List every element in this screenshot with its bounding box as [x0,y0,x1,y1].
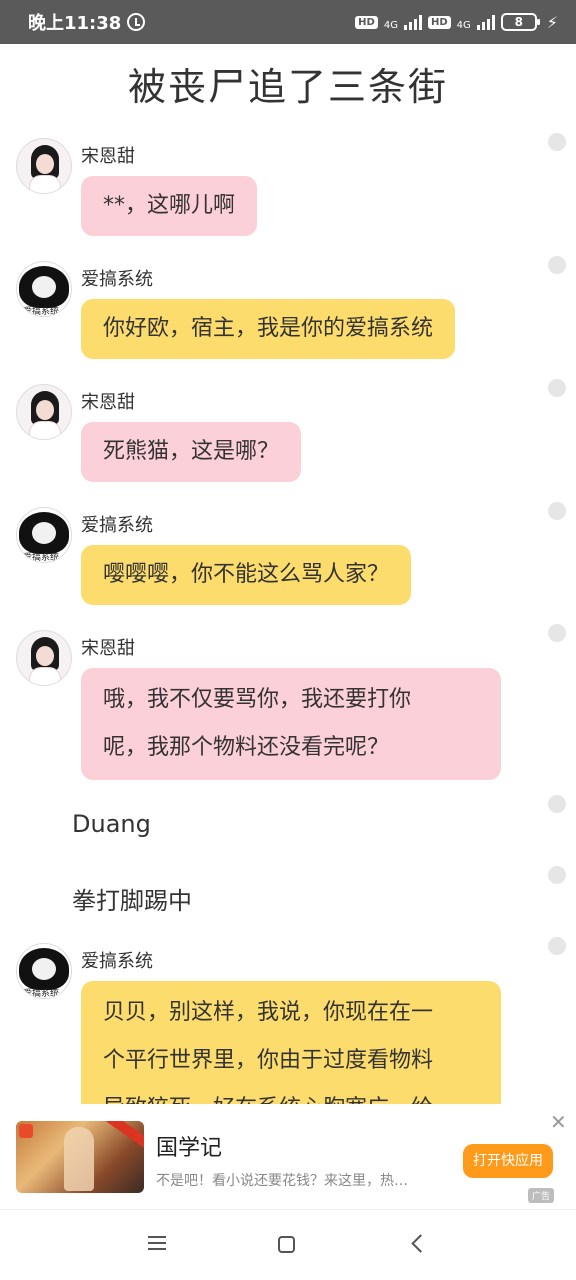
charging-icon: ⚡ [546,12,558,32]
sender-name: 爱搞系统 [81,269,153,290]
page-title: 被丧尸追了三条街 [127,65,448,109]
girl-avatar[interactable] [16,138,72,194]
status-dot [548,624,566,642]
status-dot [548,795,566,813]
message-text-line: 贝贝，别这样，我说，你现在在一 [103,1000,434,1025]
network-type: 4G [456,19,471,31]
hd-badge: HD [427,15,451,29]
ad-title[interactable]: 国学记 [156,1130,222,1162]
status-icons: HD 4G HD 4G 8 ⚡ [355,13,558,32]
sender-name: 宋恩甜 [81,638,135,659]
ad-banner[interactable]: 国学记 不是吧！看小说还要花钱？来这里，热… 打开快应用 ✕ 广告 [0,1104,576,1210]
narration-text: 拳打脚踢中 [72,887,192,915]
girl-avatar[interactable] [16,630,72,686]
close-icon[interactable]: ✕ [550,1112,567,1132]
message-bubble[interactable]: 你好欧，宿主，我是你的爱搞系统 [81,299,456,359]
alarm-icon [127,13,146,31]
status-bar: 晚上11:38 HD 4G HD 4G 8 ⚡ [0,0,576,44]
home-icon[interactable] [278,1236,295,1253]
status-dot [548,937,566,955]
ad-thumbnail[interactable] [16,1121,144,1193]
ad-label: 广告 [528,1188,555,1203]
message-text: **，这哪儿啊 [103,193,236,218]
battery-icon: 8 [500,13,540,31]
sender-name: 宋恩甜 [81,146,135,167]
sender-name: 爱搞系统 [81,515,153,536]
status-time: 晚上11:38 [28,13,122,34]
message-bubble[interactable]: 哦，我不仅要骂你，我还要打你 呢，我那个物料还没看完呢？ [81,668,501,780]
message-text-line: 哦，我不仅要骂你，我还要打你 [103,687,412,712]
network-type: 4G [383,19,398,31]
status-dot [548,866,566,884]
status-dot [548,256,566,274]
meme-avatar[interactable]: 爱搞系统 [16,507,72,563]
sender-name: 宋恩甜 [81,392,135,413]
menu-icon[interactable] [148,1236,166,1250]
meme-avatar[interactable]: 爱搞系统 [16,943,72,999]
hd-badge: HD [355,15,378,29]
status-dot [548,133,566,151]
message-text-line: 个平行世界里，你由于过度看物料 [103,1048,434,1073]
message-text: 死熊猫，这是哪？ [103,439,280,464]
narration-text: Duang [72,810,151,838]
ad-description: 不是吧！看小说还要花钱？来这里，热… [156,1173,408,1189]
message-text: 嘤嘤嘤，你不能这么骂人家？ [103,562,390,587]
meme-avatar[interactable]: 爱搞系统 [16,261,72,317]
message-text-line: 呢，我那个物料还没看完呢？ [103,735,390,760]
signal-icon [476,14,495,30]
signal-icon [403,14,422,30]
system-nav-bar [0,1212,576,1280]
message-bubble[interactable]: 死熊猫，这是哪？ [81,422,302,482]
message-bubble[interactable]: 嘤嘤嘤，你不能这么骂人家？ [81,545,412,605]
open-quick-app-button[interactable]: 打开快应用 [463,1144,553,1178]
back-icon[interactable] [411,1234,430,1253]
message-text: 你好欧，宿主，我是你的爱搞系统 [103,316,434,341]
status-dot [548,502,566,520]
message-bubble[interactable]: **，这哪儿啊 [81,176,258,236]
sender-name: 爱搞系统 [81,951,153,972]
girl-avatar[interactable] [16,384,72,440]
status-dot [548,379,566,397]
